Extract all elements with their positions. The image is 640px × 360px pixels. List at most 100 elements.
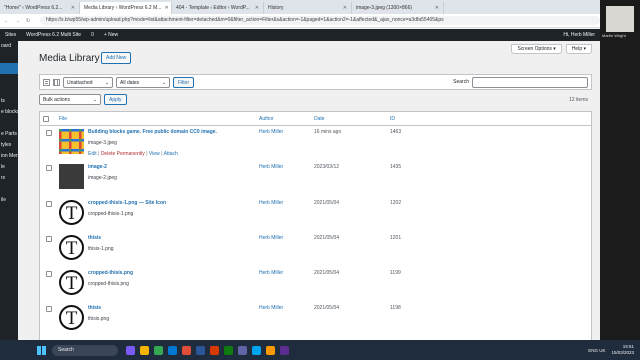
sidebar-item[interactable]: ile: [0, 195, 18, 206]
reload-icon[interactable]: ↻: [26, 18, 30, 24]
author-link[interactable]: Herb Miller: [259, 235, 283, 241]
help-button[interactable]: Help ▾: [565, 44, 592, 54]
word-icon[interactable]: [196, 345, 205, 355]
close-tab-icon[interactable]: ✕: [164, 2, 168, 14]
table-row: Building blocks game. Free public domain…: [40, 129, 591, 164]
thumbnail-image[interactable]: [59, 164, 84, 189]
author-link[interactable]: Herb Miller: [259, 129, 283, 135]
url-field[interactable]: https://s.b/wp55/wp-admin/upload.php?mod…: [40, 16, 600, 25]
sidebar-item[interactable]: le: [0, 162, 18, 173]
file-name: thisis.png: [88, 316, 110, 322]
teams-icon[interactable]: [238, 345, 247, 355]
forward-icon[interactable]: →: [15, 18, 20, 24]
admin-bar-site-name[interactable]: WordPress 6.2 Multi Site: [21, 29, 86, 41]
app-icon[interactable]: [182, 345, 191, 355]
attachment-id: 1435: [390, 164, 402, 170]
file-title-link[interactable]: thisis: [88, 305, 101, 311]
app-icon[interactable]: [252, 345, 261, 355]
upload-date: 2021/05/04: [314, 305, 340, 311]
language-indicator[interactable]: ENG UK: [588, 348, 605, 353]
bulk-actions-select[interactable]: Bulk actions ⌄: [39, 94, 101, 105]
attach-link[interactable]: Attach: [164, 151, 178, 157]
column-file[interactable]: File: [59, 116, 67, 122]
edit-link[interactable]: Edit: [88, 151, 97, 157]
attachment-filter-select[interactable]: Unattached ⌄: [63, 76, 113, 88]
search-input[interactable]: [472, 76, 588, 88]
column-date[interactable]: Date: [314, 116, 325, 122]
sidebar-item[interactable]: [0, 118, 18, 129]
sidebar-item[interactable]: [0, 52, 18, 63]
app-icon[interactable]: [266, 345, 275, 355]
sidebar-item[interactable]: e Parts: [0, 129, 18, 140]
sidebar-item[interactable]: e blocks: [0, 107, 18, 118]
chrome-icon[interactable]: [154, 345, 163, 355]
delete-permanently-link[interactable]: Delete Permanently: [101, 151, 145, 157]
app-icon[interactable]: [126, 345, 135, 355]
sidebar-item[interactable]: ion Menus: [0, 151, 18, 162]
author-link[interactable]: Herb Miller: [259, 200, 283, 206]
author-link[interactable]: Herb Miller: [259, 164, 283, 170]
sidebar-item[interactable]: oard: [0, 41, 18, 52]
date-filter-select[interactable]: All dates ⌄: [116, 76, 170, 88]
browser-tab[interactable]: 404 - Template ‹ Editor ‹ WordP... ✕: [172, 2, 264, 14]
excel-icon[interactable]: [224, 345, 233, 355]
thumbnail-image[interactable]: [59, 129, 84, 154]
close-tab-icon[interactable]: ✕: [255, 2, 259, 14]
admin-bar-greeting[interactable]: Hi, Herb Miller: [558, 29, 600, 41]
clock[interactable]: 19:51 15/03/2023: [611, 344, 634, 356]
app-icon[interactable]: [210, 345, 219, 355]
thumbnail-image[interactable]: [59, 200, 84, 225]
file-title-link[interactable]: cropped-thisis.png: [88, 270, 133, 276]
row-checkbox[interactable]: [46, 165, 52, 171]
file-explorer-icon[interactable]: [140, 345, 149, 355]
browser-tab[interactable]: "Home" ‹ WordPress 6.2... ✕: [0, 2, 80, 14]
browser-tab-active[interactable]: Media Library ‹ WordPress 6.2 M... ✕: [80, 2, 172, 14]
windows-start-icon[interactable]: [37, 345, 46, 355]
row-checkbox[interactable]: [46, 201, 52, 207]
sidebar-item[interactable]: ts: [0, 96, 18, 107]
media-filter-bar: Unattached ⌄ All dates ⌄ Filter Search: [39, 74, 592, 90]
list-view-icon[interactable]: [43, 78, 50, 86]
close-tab-icon[interactable]: ✕: [343, 2, 347, 14]
sidebar-item[interactable]: tyles: [0, 140, 18, 151]
author-link[interactable]: Herb Miller: [259, 270, 283, 276]
row-checkbox[interactable]: [46, 130, 52, 136]
browser-tab[interactable]: image-3.jpeg (1300×866) ✕: [352, 2, 444, 14]
author-link[interactable]: Herb Miller: [259, 305, 283, 311]
view-link[interactable]: View: [149, 151, 160, 157]
column-id[interactable]: ID: [390, 116, 395, 122]
admin-bar-comments[interactable]: 0: [86, 29, 99, 41]
select-all-checkbox[interactable]: [43, 115, 49, 122]
sidebar-item-media-current[interactable]: [0, 63, 18, 74]
app-icon[interactable]: [280, 345, 289, 355]
file-title-link[interactable]: Building blocks game. Free public domain…: [88, 129, 217, 135]
screen-options-button[interactable]: Screen Options ▾: [511, 44, 562, 54]
admin-bar-new[interactable]: + New: [99, 29, 123, 41]
add-new-button[interactable]: Add New: [101, 52, 132, 64]
browser-tab[interactable]: History ✕: [264, 2, 352, 14]
row-checkbox[interactable]: [46, 271, 52, 277]
sidebar-item[interactable]: [0, 184, 18, 195]
row-checkbox[interactable]: [46, 306, 52, 312]
taskbar-search[interactable]: Search: [52, 344, 118, 356]
admin-bar-sites[interactable]: Sites: [0, 29, 21, 41]
back-icon[interactable]: ←: [4, 18, 9, 24]
filter-button[interactable]: Filter: [173, 76, 195, 88]
file-title-link[interactable]: thisis: [88, 235, 101, 241]
file-title-link[interactable]: image-2: [88, 164, 107, 170]
edge-icon[interactable]: [168, 345, 177, 355]
thumbnail-image[interactable]: [59, 235, 84, 260]
file-title-link[interactable]: cropped-thisis-1.png — Site Icon: [88, 200, 166, 206]
close-tab-icon[interactable]: ✕: [71, 2, 75, 14]
close-tab-icon[interactable]: ✕: [435, 2, 439, 14]
thumbnail-image[interactable]: [59, 305, 84, 330]
nav-buttons: ← → ↻: [0, 18, 40, 24]
media-table: File Author Date ID Building blocks game…: [39, 111, 592, 340]
row-checkbox[interactable]: [46, 236, 52, 242]
grid-view-icon[interactable]: [53, 78, 60, 86]
chevron-down-icon: ⌄: [104, 79, 109, 86]
sidebar-item[interactable]: rs: [0, 173, 18, 184]
thumbnail-image[interactable]: [59, 270, 84, 295]
row-actions: Edit | Delete Permanently | View | Attac…: [88, 151, 178, 157]
apply-button[interactable]: Apply: [104, 94, 127, 105]
